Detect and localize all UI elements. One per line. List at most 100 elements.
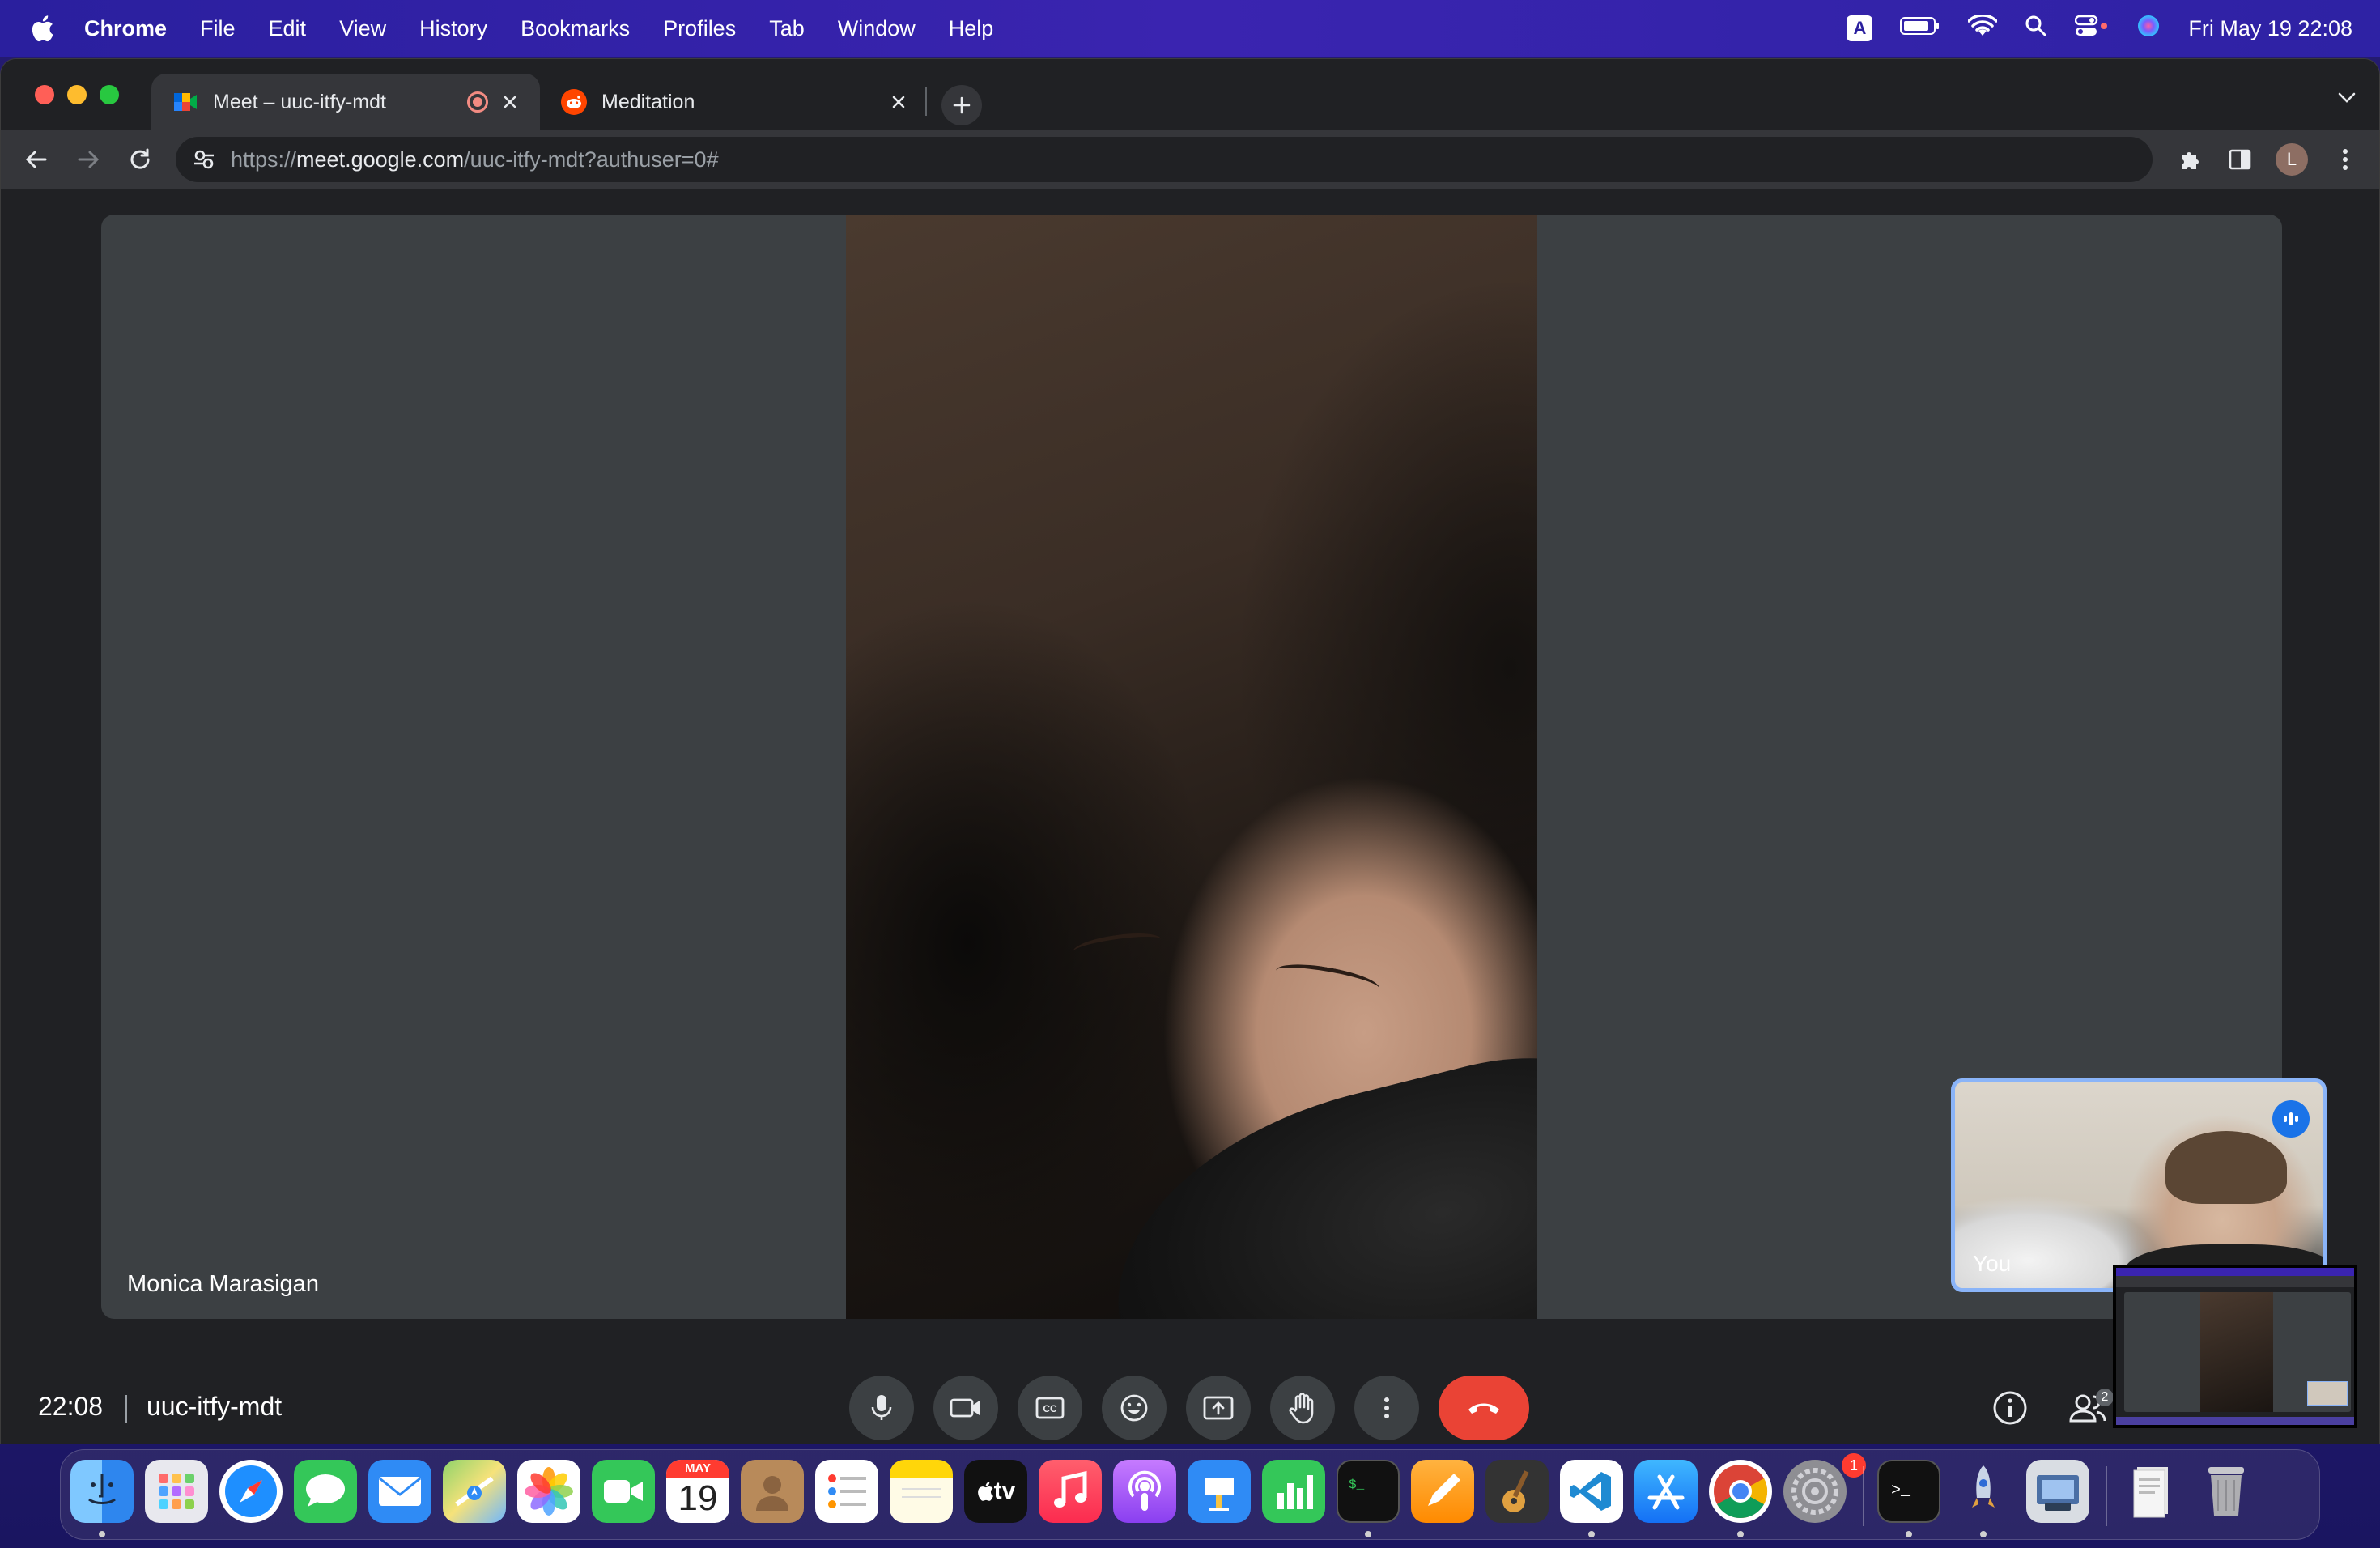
camera-button[interactable]	[933, 1376, 998, 1440]
reminders-list-icon	[828, 1474, 866, 1508]
dock-separator	[1863, 1466, 1864, 1526]
terminal-prompt-icon: >_	[1891, 1482, 1911, 1500]
divider	[125, 1395, 127, 1423]
dock-photos[interactable]	[517, 1460, 580, 1523]
close-tab-icon[interactable]	[498, 90, 522, 114]
pages-pen-icon	[1428, 1474, 1460, 1506]
tab-search-button[interactable]	[2337, 91, 2357, 108]
control-center-icon[interactable]	[2075, 15, 2109, 43]
dock-trash[interactable]	[2195, 1460, 2258, 1523]
profile-button[interactable]: L	[2276, 143, 2308, 176]
minimize-window-button[interactable]	[67, 85, 87, 104]
microphone-icon	[871, 1395, 892, 1420]
apple-menu-icon[interactable]	[29, 14, 55, 43]
dock-music[interactable]	[1039, 1460, 1102, 1523]
chrome-menu-button[interactable]	[2329, 143, 2361, 176]
dock-terminal-recent[interactable]: >_	[1877, 1460, 1940, 1523]
menu-history[interactable]: History	[419, 16, 487, 41]
side-panel-button[interactable]	[2224, 143, 2256, 176]
browser-toolbar: https://meet.google.com/uuc-itfy-mdt?aut…	[1, 130, 2379, 189]
menu-edit[interactable]: Edit	[269, 16, 307, 41]
menu-file[interactable]: File	[200, 16, 236, 41]
menu-tab[interactable]: Tab	[769, 16, 805, 41]
address-bar[interactable]: https://meet.google.com/uuc-itfy-mdt?aut…	[176, 137, 2153, 182]
dock-terminal[interactable]: $_	[1337, 1460, 1400, 1523]
dock-app-store[interactable]	[1634, 1460, 1698, 1523]
dock-system-settings[interactable]	[1783, 1460, 1847, 1523]
dock-safari[interactable]	[219, 1460, 283, 1523]
menu-view[interactable]: View	[339, 16, 386, 41]
dock-chrome[interactable]	[1709, 1460, 1772, 1523]
menu-bookmarks[interactable]: Bookmarks	[521, 16, 630, 41]
svg-text:$_: $_	[1349, 1478, 1365, 1492]
menu-window[interactable]: Window	[838, 16, 916, 41]
menu-help[interactable]: Help	[949, 16, 994, 41]
reload-button[interactable]	[124, 143, 156, 176]
dock-preview[interactable]	[2026, 1460, 2089, 1523]
notes-icon	[902, 1488, 941, 1498]
podcasts-icon	[1128, 1470, 1161, 1511]
mail-envelope-icon	[379, 1477, 421, 1506]
remote-video-feed	[846, 215, 1537, 1319]
dock-reminders[interactable]	[815, 1460, 878, 1523]
forward-button[interactable]	[72, 143, 104, 176]
dock-facetime[interactable]	[592, 1460, 655, 1523]
siri-icon[interactable]	[2136, 14, 2161, 44]
dock-maps[interactable]	[443, 1460, 506, 1523]
emoji-icon	[1120, 1394, 1148, 1422]
rocket-icon	[1972, 1465, 1995, 1508]
more-vert-icon	[2343, 149, 2348, 170]
dock-contacts[interactable]	[741, 1460, 804, 1523]
svg-text:>_: >_	[1891, 1482, 1911, 1500]
more-options-button[interactable]	[1354, 1376, 1419, 1440]
tab-meet[interactable]: Meet – uuc-itfy-mdt	[151, 74, 540, 130]
dock-calendar[interactable]: MAY 19	[666, 1460, 729, 1523]
menu-profiles[interactable]: Profiles	[663, 16, 736, 41]
dock-launchpad[interactable]	[145, 1460, 208, 1523]
raise-hand-button[interactable]	[1270, 1376, 1335, 1440]
dock-podcasts[interactable]	[1113, 1460, 1176, 1523]
microphone-button[interactable]	[849, 1376, 914, 1440]
zoom-window-button[interactable]	[100, 85, 119, 104]
participant-count-badge: 2	[2096, 1389, 2114, 1406]
captions-button[interactable]: CC	[1018, 1376, 1082, 1440]
meeting-details-button[interactable]	[1991, 1389, 2029, 1427]
spotlight-search-icon[interactable]	[2025, 15, 2047, 43]
meet-control-bar: 22:08 uuc-itfy-mdt CC	[1, 1371, 2379, 1444]
back-button[interactable]	[20, 143, 53, 176]
dock-pages[interactable]	[1411, 1460, 1474, 1523]
participant-name-label: Monica Marasigan	[127, 1271, 319, 1297]
extensions-button[interactable]	[2174, 143, 2206, 176]
info-icon	[1993, 1391, 2027, 1425]
leave-call-button[interactable]	[1439, 1376, 1529, 1440]
input-source-icon[interactable]: A	[1847, 15, 1873, 41]
reactions-button[interactable]	[1102, 1376, 1167, 1440]
site-info-icon[interactable]	[192, 147, 216, 172]
present-screen-button[interactable]	[1186, 1376, 1251, 1440]
tab-meditation[interactable]: Meditation	[540, 74, 929, 130]
close-tab-icon[interactable]	[886, 90, 911, 114]
menubar-clock[interactable]: Fri May 19 22:08	[2188, 16, 2352, 41]
wifi-icon[interactable]	[1967, 13, 1999, 43]
dock-notes[interactable]	[890, 1460, 953, 1523]
dock-messages[interactable]	[294, 1460, 357, 1523]
dock-instruments[interactable]	[1952, 1460, 2015, 1523]
dock: MAY 19 tv $_ 1 >_	[60, 1449, 2320, 1540]
dock-keynote[interactable]	[1188, 1460, 1251, 1523]
battery-icon[interactable]	[1900, 15, 1940, 42]
menu-app-name[interactable]: Chrome	[84, 16, 167, 41]
new-tab-button[interactable]	[941, 85, 982, 125]
reload-icon	[130, 148, 150, 169]
dock-mail[interactable]	[368, 1460, 431, 1523]
running-indicator	[1906, 1531, 1912, 1537]
dock-tv[interactable]: tv	[964, 1460, 1027, 1523]
dock-numbers[interactable]	[1262, 1460, 1325, 1523]
svg-text:CC: CC	[1043, 1403, 1057, 1414]
close-window-button[interactable]	[35, 85, 54, 104]
dock-garageband[interactable]	[1485, 1460, 1549, 1523]
dock-vscode[interactable]	[1560, 1460, 1623, 1523]
dock-downloads-stack[interactable]	[2120, 1460, 2183, 1523]
self-view-tile[interactable]: You	[1951, 1078, 2327, 1292]
dock-finder[interactable]	[70, 1460, 134, 1523]
more-vert-icon	[1384, 1397, 1389, 1418]
